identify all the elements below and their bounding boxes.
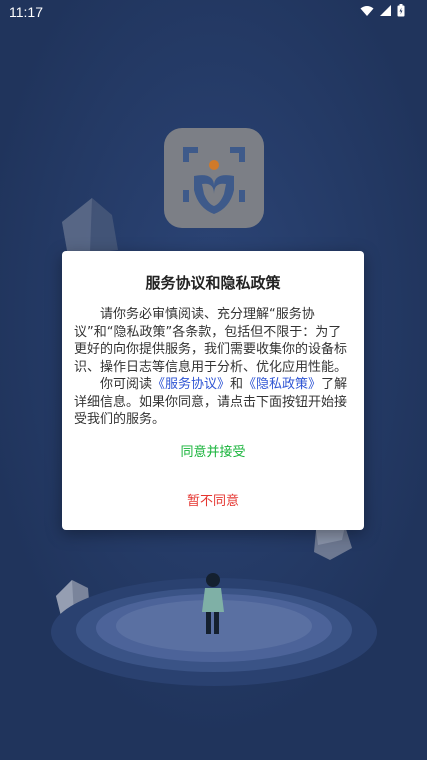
accept-button[interactable]: 同意并接受: [62, 441, 364, 460]
dialog-paragraph-1: 请你务必审慎阅读、充分理解“服务协议”和“隐私政策”各条款，包括但不限于：为了更…: [74, 307, 348, 375]
status-time: 11:17: [9, 4, 43, 20]
privacy-policy-link[interactable]: 《隐私政策》: [243, 377, 321, 392]
dialog-p2-prefix: 你可阅读: [100, 377, 153, 392]
service-agreement-link[interactable]: 《服务协议》: [152, 377, 230, 392]
status-bar: 11:17: [0, 0, 427, 24]
privacy-dialog: 服务协议和隐私政策 请你务必审慎阅读、充分理解“服务协议”和“隐私政策”各条款，…: [62, 251, 364, 530]
dialog-paragraph-2: 你可阅读《服务协议》和《隐私政策》了解详细信息。如果你同意，请点击下面按钮开始接…: [74, 376, 354, 429]
decline-button[interactable]: 暂不同意: [62, 490, 364, 509]
app-logo-icon: [183, 147, 245, 214]
wifi-icon: [360, 5, 374, 16]
battery-icon: [397, 4, 405, 17]
signal-icon: [380, 4, 391, 16]
dialog-body: 请你务必审慎阅读、充分理解“服务协议”和“隐私政策”各条款，包括但不限于：为了更…: [74, 306, 354, 429]
status-icons: [360, 4, 405, 17]
dialog-p2-and: 和: [230, 377, 244, 392]
dialog-title: 服务协议和隐私政策: [145, 274, 281, 292]
app-logo: [164, 128, 264, 228]
